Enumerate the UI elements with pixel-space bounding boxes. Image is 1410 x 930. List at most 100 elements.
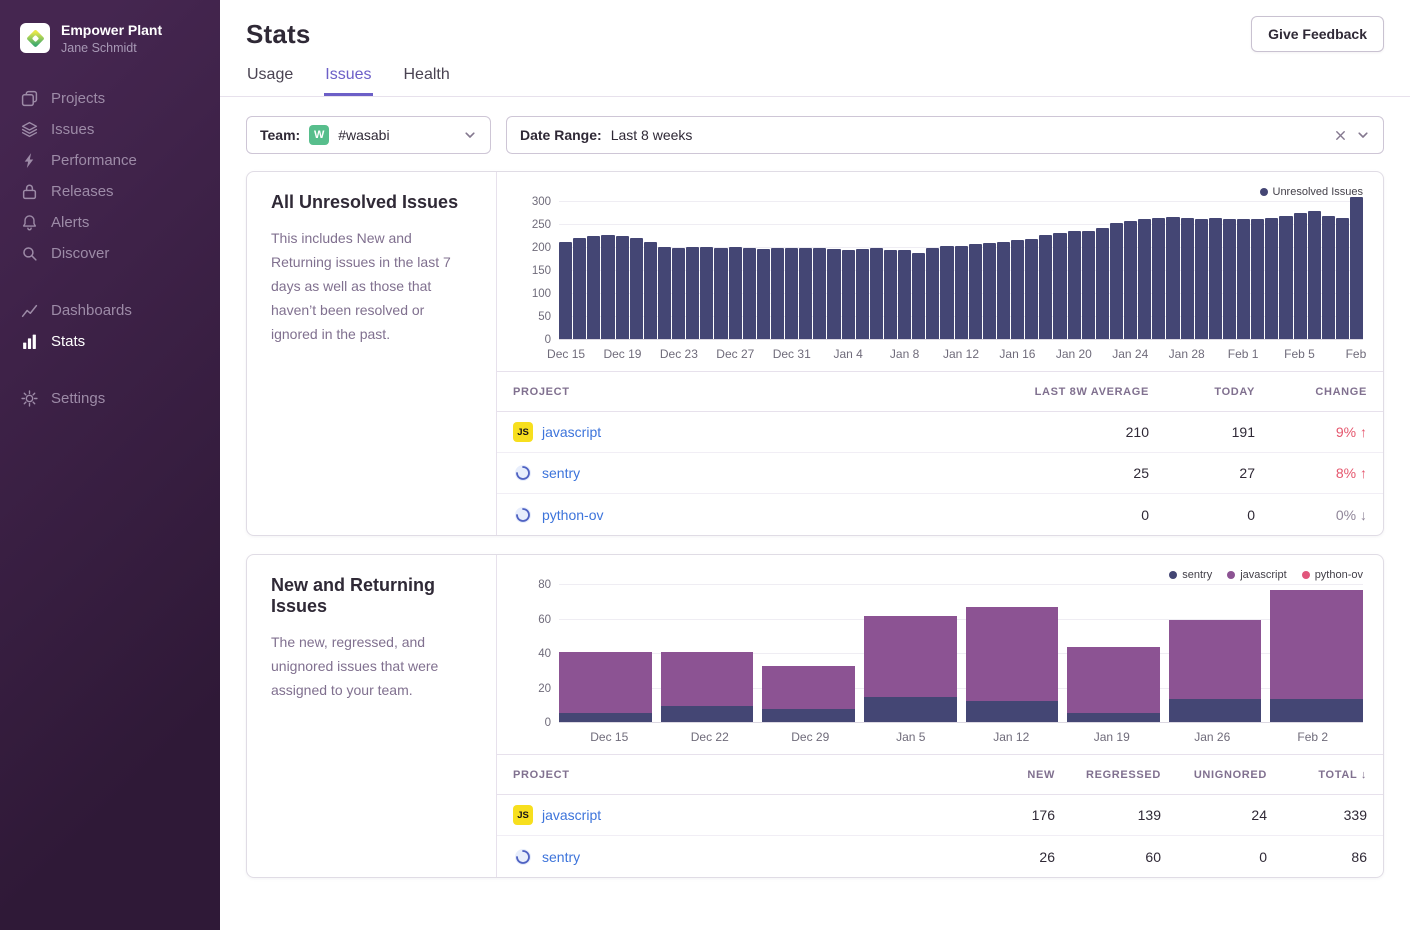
chart-bar-segment bbox=[559, 652, 652, 712]
legend-label: javascript bbox=[1240, 569, 1286, 581]
tab-usage[interactable]: Usage bbox=[246, 60, 294, 96]
chart-bar bbox=[884, 250, 897, 340]
sidebar-item-stats[interactable]: Stats bbox=[0, 326, 220, 357]
chart-bar bbox=[1181, 218, 1194, 340]
sidebar-item-label: Issues bbox=[51, 121, 94, 138]
new-value: 176 bbox=[943, 807, 1055, 823]
chart-bar bbox=[1124, 221, 1137, 340]
tab-health[interactable]: Health bbox=[403, 60, 451, 96]
new-returning-issues-panel: New and Returning Issues The new, regres… bbox=[246, 554, 1384, 878]
legend-dot bbox=[1302, 571, 1310, 579]
chart-bar bbox=[601, 235, 614, 340]
new-returning-issues-chart: sentry javascript python-ov bbox=[497, 555, 1383, 754]
col-total-sort[interactable]: Total ↓ bbox=[1267, 769, 1367, 781]
chart-bar-segment bbox=[1270, 590, 1363, 699]
sidebar-item-label: Performance bbox=[51, 152, 137, 169]
sidebar-item-label: Releases bbox=[51, 183, 114, 200]
chart-bar-segment bbox=[966, 701, 1059, 723]
chart-bar bbox=[700, 247, 713, 340]
sidebar-item-discover[interactable]: Discover bbox=[0, 238, 220, 269]
x-axis: Dec 15Dec 19Dec 23Dec 27Dec 31Jan 4Jan 8… bbox=[559, 340, 1363, 364]
legend-dot bbox=[1169, 571, 1177, 579]
project-link[interactable]: sentry bbox=[542, 849, 580, 865]
sidebar-item-performance[interactable]: Performance bbox=[0, 145, 220, 176]
date-range-value: Last 8 weeks bbox=[611, 127, 693, 143]
chart-bar bbox=[1223, 219, 1236, 340]
javascript-platform-icon: JS bbox=[513, 422, 533, 442]
javascript-platform-icon: JS bbox=[513, 805, 533, 825]
chart-bar-segment bbox=[559, 713, 652, 723]
date-range-label: Date Range: bbox=[520, 127, 602, 143]
sidebar-item-releases[interactable]: Releases bbox=[0, 176, 220, 207]
chart-stacked-bar bbox=[1067, 585, 1160, 723]
change-value: 9% ↑ bbox=[1255, 424, 1367, 440]
chart-bar bbox=[559, 242, 572, 340]
legend-label: Unresolved Issues bbox=[1273, 186, 1364, 198]
org-switcher[interactable]: Empower Plant Jane Schmidt bbox=[0, 14, 220, 73]
bars bbox=[559, 202, 1363, 340]
y-axis: 020406080 bbox=[517, 585, 551, 723]
unresolved-issues-panel: All Unresolved Issues This includes New … bbox=[246, 171, 1384, 536]
nav-group-analytics: Dashboards Stats bbox=[0, 295, 220, 357]
sidebar-item-issues[interactable]: Issues bbox=[0, 114, 220, 145]
project-link[interactable]: javascript bbox=[542, 424, 601, 440]
today-value: 191 bbox=[1149, 424, 1255, 440]
dashboards-icon bbox=[21, 302, 38, 319]
chart-bar bbox=[1011, 240, 1024, 340]
unresolved-issues-chart: Unresolved Issues 050100150200250300 Dec… bbox=[497, 172, 1383, 371]
chart-bar bbox=[1279, 216, 1292, 340]
chart-bar bbox=[827, 249, 840, 340]
chart-bar-segment bbox=[864, 616, 957, 697]
chart-bar bbox=[644, 242, 657, 340]
unignored-value: 24 bbox=[1161, 807, 1267, 823]
chevron-down-icon bbox=[1356, 128, 1370, 142]
tabs: Usage Issues Health bbox=[246, 60, 1384, 96]
legend-label: python-ov bbox=[1315, 569, 1363, 581]
sidebar-item-settings[interactable]: Settings bbox=[0, 383, 220, 414]
chart-bar bbox=[1025, 239, 1038, 340]
team-label: Team: bbox=[260, 127, 300, 143]
sidebar-item-alerts[interactable]: Alerts bbox=[0, 207, 220, 238]
chart-bar bbox=[1096, 228, 1109, 340]
clear-icon[interactable] bbox=[1334, 129, 1347, 142]
org-logo-icon bbox=[20, 23, 50, 53]
regressed-value: 139 bbox=[1055, 807, 1161, 823]
project-link[interactable]: sentry bbox=[542, 465, 580, 481]
chevron-down-icon bbox=[463, 128, 477, 142]
chart-bar bbox=[1209, 218, 1222, 340]
change-value: 8% ↑ bbox=[1255, 465, 1367, 481]
col-regressed: Regressed bbox=[1055, 769, 1161, 781]
project-link[interactable]: javascript bbox=[542, 807, 601, 823]
chart-stacked-bar bbox=[661, 585, 754, 723]
chart-bar bbox=[1294, 213, 1307, 340]
project-link[interactable]: python-ov bbox=[542, 507, 603, 523]
sidebar-item-label: Stats bbox=[51, 333, 85, 350]
today-value: 27 bbox=[1149, 465, 1255, 481]
chart-bar-segment bbox=[966, 607, 1059, 700]
team-select[interactable]: Team: W #wasabi bbox=[246, 116, 491, 154]
col-last8w-average: Last 8w Average bbox=[979, 386, 1149, 398]
chart-bar bbox=[1166, 217, 1179, 340]
sidebar-item-projects[interactable]: Projects bbox=[0, 83, 220, 114]
chart-bar-segment bbox=[1067, 647, 1160, 713]
date-range-select[interactable]: Date Range: Last 8 weeks bbox=[506, 116, 1384, 154]
y-axis: 050100150200250300 bbox=[517, 202, 551, 340]
chart-bar-segment bbox=[661, 706, 754, 723]
sidebar-item-dashboards[interactable]: Dashboards bbox=[0, 295, 220, 326]
chart-bar bbox=[771, 248, 784, 340]
main: Stats Give Feedback Usage Issues Health … bbox=[220, 0, 1410, 930]
sentry-platform-icon bbox=[513, 847, 533, 867]
chart-bar bbox=[1195, 219, 1208, 340]
tab-issues[interactable]: Issues bbox=[324, 60, 372, 96]
chart-bar bbox=[672, 248, 685, 340]
performance-icon bbox=[21, 152, 38, 169]
chart-bar bbox=[757, 249, 770, 340]
chart-bar bbox=[856, 249, 869, 340]
alerts-icon bbox=[21, 214, 38, 231]
col-today: Today bbox=[1149, 386, 1255, 398]
team-avatar: W bbox=[309, 125, 329, 145]
regressed-value: 60 bbox=[1055, 849, 1161, 865]
give-feedback-button[interactable]: Give Feedback bbox=[1251, 16, 1384, 52]
chart-bar bbox=[1068, 231, 1081, 340]
table-row: sentry 26 60 0 86 bbox=[497, 836, 1383, 877]
